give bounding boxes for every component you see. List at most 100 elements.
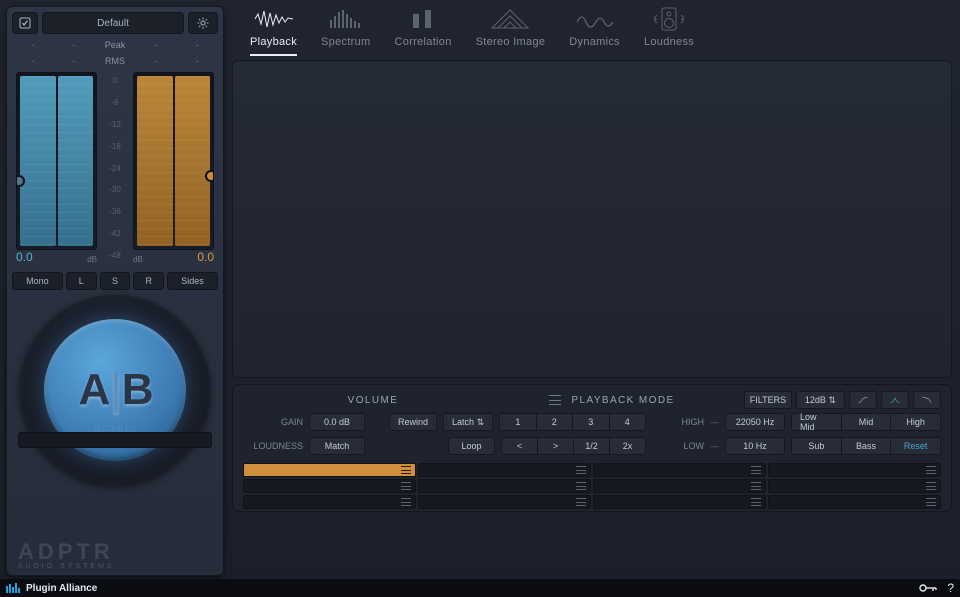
stream-lane[interactable] [418,495,591,509]
meter-scale: 0-6-12-18-24-30-36-42-48 [103,72,127,264]
rewind-button[interactable]: Rewind [389,413,437,431]
peak-readouts: - - Peak - - [12,40,218,50]
meter-a[interactable] [16,72,97,250]
cue-3-button[interactable]: 3 [572,413,608,431]
bandpass-shape-button[interactable] [881,391,909,409]
monitor-right-button[interactable]: R [133,272,164,290]
highcut-shape-button[interactable] [913,391,941,409]
filter-slope-select[interactable]: 12dB ⇅ [796,391,845,409]
playback-title: PLAYBACK MODE [571,395,674,406]
tab-stereo-image[interactable]: Stereo Image [476,6,546,64]
monitor-sides-button[interactable]: Sides [167,272,218,290]
filters-reset-button[interactable]: Reset [890,437,941,455]
low-freq-value[interactable]: 10 Hz [725,437,785,455]
main-display[interactable] [232,60,952,378]
ab-text: A|B [79,365,152,415]
meter-b[interactable] [133,72,214,250]
tab-label: Spectrum [321,36,370,48]
lane-handle-icon[interactable] [751,482,761,490]
lane-handle-icon[interactable] [926,466,936,474]
rms-label: RMS [94,56,135,66]
view-tabs: Playback Spectrum Correlation Stereo Ima… [230,0,960,64]
footer-brand[interactable]: Plugin Alliance [26,583,97,594]
stream-lane[interactable] [243,495,416,509]
stream-lane[interactable] [593,479,766,493]
band-high-button[interactable]: High [890,413,941,431]
speaker-icon [649,6,689,32]
meter-a-unit: dB [87,255,97,264]
lowcut-shape-button[interactable] [849,391,877,409]
stream-lane[interactable] [768,479,941,493]
lane-handle-icon[interactable] [751,466,761,474]
correlation-icon [403,6,443,32]
peak-a-r: - [53,40,94,50]
dynamics-icon [575,6,615,32]
cue-2-button[interactable]: 2 [536,413,572,431]
stereo-image-icon [490,6,530,32]
tab-playback[interactable]: Playback [250,6,297,64]
gain-label: GAIN [243,417,303,427]
preset-selector[interactable]: Default [42,12,184,34]
gain-value[interactable]: 0.0 dB [309,413,365,431]
stream-lane[interactable] [768,463,941,477]
controls-panel: VOLUME PLAYBACK MODE FILTERS 12dB ⇅ GAIN… [232,384,952,512]
key-icon[interactable] [919,582,937,594]
tab-spectrum[interactable]: Spectrum [321,6,370,64]
tab-loudness[interactable]: Loudness [644,6,694,64]
brand-logo: ADPTR AUDIO SYSTEMS [18,539,115,570]
lane-handle-icon[interactable] [401,498,411,506]
monitor-mode-buttons: Mono L S R Sides [12,272,218,290]
stream-lane[interactable] [418,463,591,477]
help-icon[interactable]: ? [947,581,954,595]
level-meters: 0.0 dB 0-6-12-18-24-30-36-42-48 dB 0.0 [12,72,218,264]
settings-button[interactable] [188,12,218,34]
rms-b-r: - [177,56,218,66]
drag-handle-icon[interactable] [549,395,561,405]
loop-button[interactable]: Loop [448,437,495,455]
lane-handle-icon[interactable] [576,482,586,490]
tab-correlation[interactable]: Correlation [395,6,452,64]
speed-half-button[interactable]: 1/2 [573,437,609,455]
waveform-icon [254,6,294,32]
ab-status-bar [18,432,212,448]
monitor-left-button[interactable]: L [66,272,97,290]
stream-lane[interactable] [768,495,941,509]
band-sub-button[interactable]: Sub [791,437,841,455]
stream-lane[interactable] [593,463,766,477]
cue-1-button[interactable]: 1 [499,413,535,431]
lane-handle-icon[interactable] [926,498,936,506]
nav-prev-button[interactable]: < [501,437,537,455]
lane-handle-icon[interactable] [401,466,411,474]
save-preset-button[interactable] [12,12,38,34]
filters-toggle[interactable]: FILTERS [744,391,792,409]
lane-handle-icon[interactable] [926,482,936,490]
stream-lane[interactable] [243,463,416,477]
speed-double-button[interactable]: 2x [609,437,646,455]
stream-lane[interactable] [243,479,416,493]
monitor-sum-button[interactable]: S [100,272,131,290]
stream-lane[interactable] [418,479,591,493]
tab-dynamics[interactable]: Dynamics [569,6,620,64]
high-label: HIGH [670,417,704,427]
meter-b-value: 0.0 [197,250,214,264]
latch-button[interactable]: Latch ⇅ [443,413,493,431]
nav-next-button[interactable]: > [537,437,573,455]
peak-a-l: - [12,40,53,50]
band-mid-button[interactable]: Mid [841,413,891,431]
trim-knob-b[interactable] [205,170,214,182]
stream-lane[interactable] [593,495,766,509]
high-freq-value[interactable]: 22050 Hz [725,413,785,431]
lane-handle-icon[interactable] [576,498,586,506]
band-lowmid-button[interactable]: Low Mid [791,413,841,431]
lane-handle-icon[interactable] [401,482,411,490]
monitor-mono-button[interactable]: Mono [12,272,63,290]
loudness-match-button[interactable]: Match [309,437,365,455]
lane-handle-icon[interactable] [576,466,586,474]
meter-a-value: 0.0 [16,250,33,264]
tab-label: Stereo Image [476,36,546,48]
updown-icon: ⇅ [477,417,485,428]
pa-logo-icon [6,583,20,593]
lane-handle-icon[interactable] [751,498,761,506]
cue-4-button[interactable]: 4 [609,413,646,431]
band-bass-button[interactable]: Bass [841,437,891,455]
